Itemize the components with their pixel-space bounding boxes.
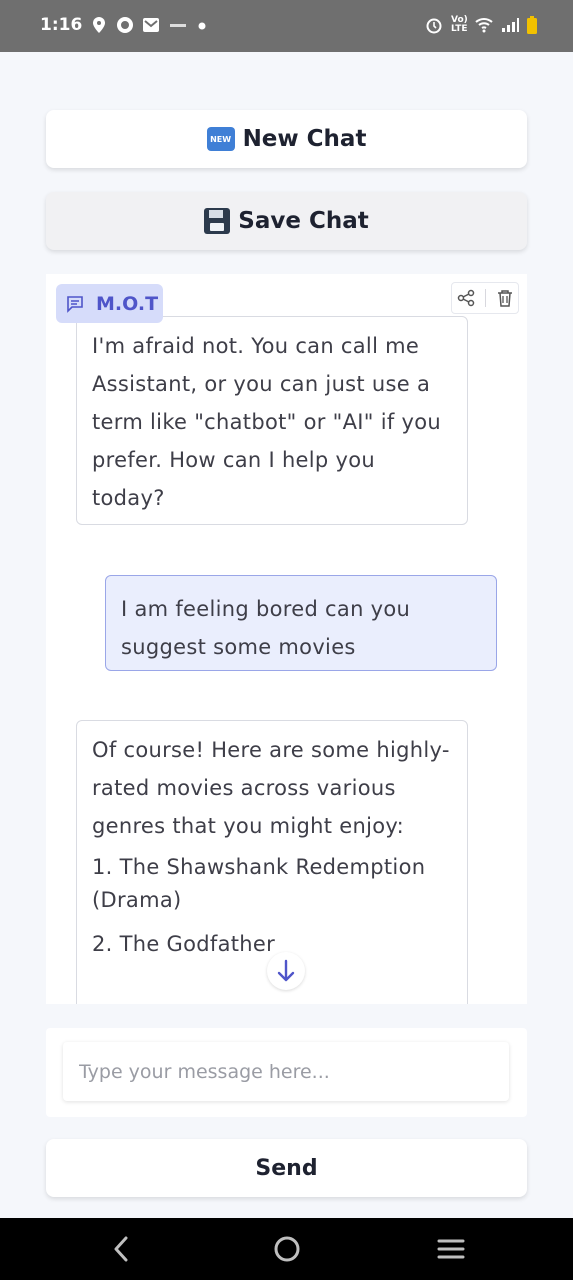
share-icon[interactable] <box>457 289 475 307</box>
wifi-icon <box>475 18 493 33</box>
new-chat-label: New Chat <box>242 126 367 152</box>
save-chat-button[interactable]: Save Chat <box>46 192 527 250</box>
battery-icon <box>527 16 537 34</box>
movie-list-item: 2. The Godfather <box>92 932 276 956</box>
message-text: I'm afraid not. You can call me Assistan… <box>92 334 441 510</box>
back-icon[interactable] <box>110 1234 132 1264</box>
assistant-message: I'm afraid not. You can call me Assistan… <box>76 316 468 525</box>
assistant-name: M.O.T <box>96 292 159 315</box>
location-icon <box>93 17 105 33</box>
dot-icon <box>198 22 206 30</box>
send-button[interactable]: Send <box>46 1139 527 1197</box>
navigation-bar <box>0 1218 573 1280</box>
message-intro: Of course! Here are some highly-rated mo… <box>92 738 450 838</box>
instagram-icon <box>117 17 133 33</box>
recents-icon[interactable] <box>436 1234 466 1264</box>
status-bar: 1:16 Vo) LTE <box>0 0 573 52</box>
send-label: Send <box>255 1155 318 1181</box>
new-emoji-icon: NEW <box>206 127 235 151</box>
home-icon[interactable] <box>272 1234 302 1264</box>
alarm-icon <box>426 18 442 34</box>
save-chat-label: Save Chat <box>238 208 369 234</box>
chat-icon <box>67 295 83 313</box>
trash-icon[interactable] <box>497 289 513 307</box>
message-tools <box>451 282 519 314</box>
floppy-disk-icon <box>204 208 231 234</box>
message-text: I am feeling bored can you suggest some … <box>121 597 411 659</box>
scroll-down-button[interactable] <box>267 952 305 990</box>
signal-icon <box>502 18 519 32</box>
notification-icon <box>170 24 186 27</box>
arrow-down-icon <box>277 959 295 982</box>
chat-panel[interactable]: M.O.T I'm afraid not. You can call me As… <box>46 274 527 1004</box>
composer <box>46 1028 527 1117</box>
assistant-badge: M.O.T <box>56 284 163 323</box>
network-label: Vo) LTE <box>451 15 468 34</box>
status-time: 1:16 <box>40 15 83 35</box>
movie-list-item: 1. The Shawshank Redemption (Drama) <box>92 855 426 912</box>
message-input[interactable] <box>63 1042 509 1101</box>
status-right: Vo) LTE <box>425 16 537 34</box>
mail-icon <box>143 18 159 32</box>
new-chat-button[interactable]: NEW New Chat <box>46 110 527 168</box>
user-message: I am feeling bored can you suggest some … <box>105 575 497 671</box>
tools-divider <box>485 289 487 307</box>
